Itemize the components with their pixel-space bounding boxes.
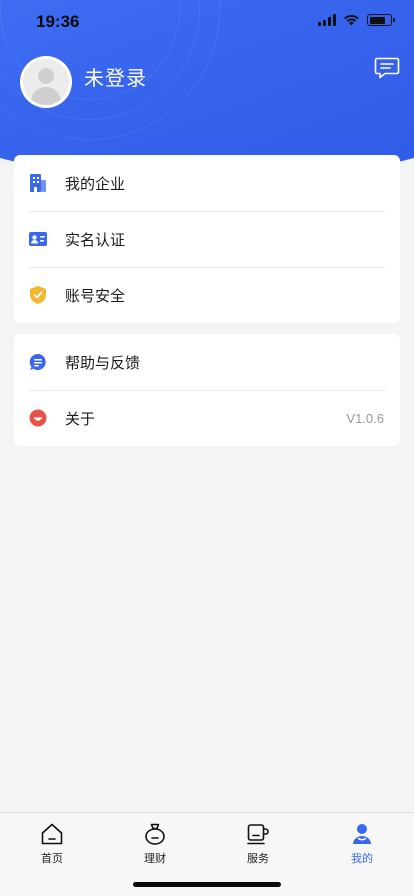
id-card-icon: [28, 229, 48, 249]
menu-item-label: 账号安全: [65, 286, 126, 305]
building-icon: [28, 173, 48, 193]
status-indicators: [318, 14, 395, 26]
tab-label: 理财: [144, 852, 166, 865]
tab-label: 首页: [41, 852, 63, 865]
status-time: 19:36: [36, 12, 80, 31]
home-indicator[interactable]: [133, 882, 281, 887]
app-root: 19:36 未登录 我的企业 实名认证 账号安全 帮助与反馈 关于 V1.0.6…: [0, 0, 414, 896]
login-status-label[interactable]: 未登录: [84, 62, 147, 91]
battery-icon: [367, 14, 395, 26]
wifi-icon: [344, 14, 359, 26]
home-icon: [39, 821, 65, 847]
tab-mine[interactable]: 我的: [332, 821, 392, 871]
tab-label: 我的: [351, 852, 373, 865]
menu-card-support: 帮助与反馈 关于 V1.0.6: [14, 334, 400, 446]
app-version: V1.0.6: [346, 410, 384, 426]
tab-service[interactable]: 服务: [228, 821, 288, 871]
menu-item-label: 实名认证: [65, 230, 126, 249]
message-button[interactable]: [374, 56, 400, 80]
tab-finance[interactable]: 理财: [125, 821, 185, 871]
avatar[interactable]: [20, 56, 72, 108]
tab-label: 服务: [247, 852, 269, 865]
money-bag-icon: [142, 821, 168, 847]
menu-item-my-enterprise[interactable]: 我的企业: [14, 155, 400, 211]
menu-card-account: 我的企业 实名认证 账号安全: [14, 155, 400, 323]
user-icon: [349, 821, 375, 847]
smile-icon: [28, 408, 48, 428]
menu-item-label: 我的企业: [65, 174, 126, 193]
chat-bubble-icon: [28, 352, 48, 372]
menu-item-account-security[interactable]: 账号安全: [14, 267, 400, 323]
menu-item-real-name-auth[interactable]: 实名认证: [14, 211, 400, 267]
menu-item-label: 关于: [65, 409, 96, 428]
default-avatar-icon: [23, 59, 69, 105]
menu-item-label: 帮助与反馈: [65, 353, 141, 372]
tab-home[interactable]: 首页: [22, 821, 82, 871]
shield-icon: [28, 285, 48, 305]
cellular-signal-icon: [318, 14, 336, 26]
message-icon: [374, 57, 400, 79]
menu-item-about[interactable]: 关于 V1.0.6: [14, 390, 400, 446]
status-bar: 19:36: [0, 0, 414, 44]
cup-icon: [245, 821, 271, 847]
menu-item-help-feedback[interactable]: 帮助与反馈: [14, 334, 400, 390]
